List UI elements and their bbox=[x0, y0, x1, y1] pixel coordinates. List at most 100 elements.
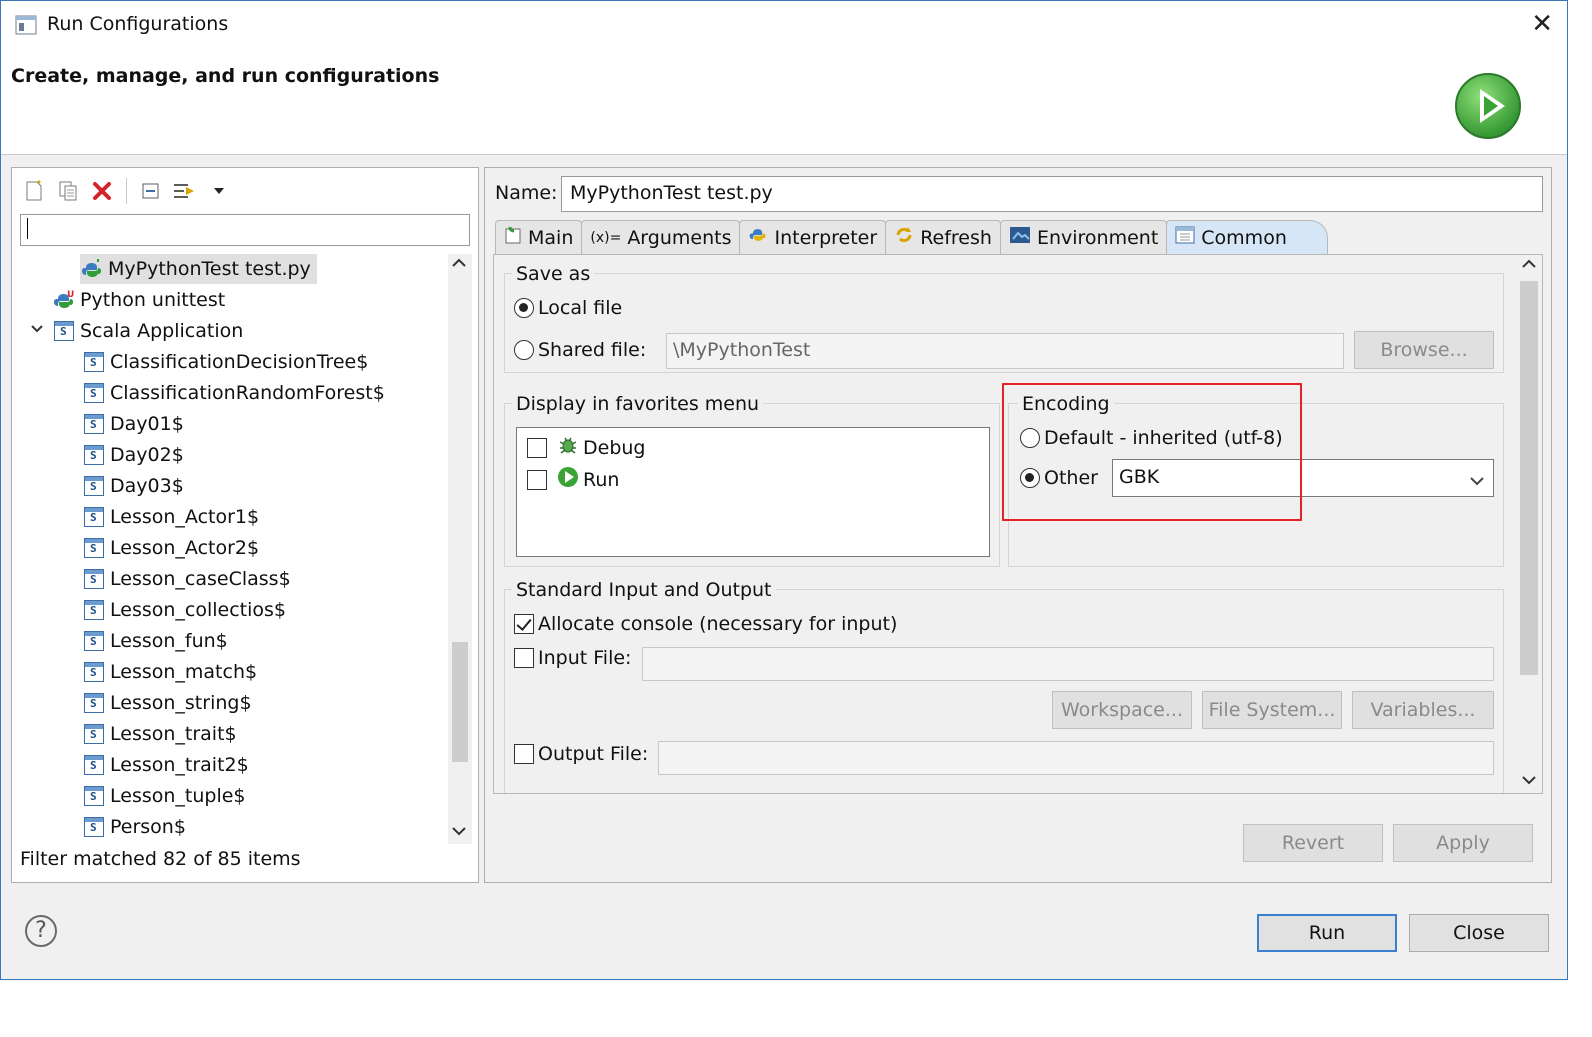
tree-item-label: Lesson_trait$ bbox=[110, 723, 237, 745]
encoding-highlight-box bbox=[1002, 383, 1302, 521]
scala-class-icon: S bbox=[84, 538, 104, 558]
local-file-radio[interactable]: Local file bbox=[514, 297, 622, 319]
favorite-run-item[interactable]: Run bbox=[527, 466, 619, 493]
tab-refresh[interactable]: Refresh bbox=[885, 220, 1001, 254]
debug-icon bbox=[557, 434, 579, 461]
shared-file-radio[interactable]: Shared file: bbox=[514, 339, 646, 361]
common-tab-icon bbox=[1175, 226, 1195, 249]
std-io-title: Standard Input and Output bbox=[512, 579, 776, 601]
tree-item[interactable]: S Lesson_collectios$ bbox=[84, 595, 286, 625]
tree-item-label: Day01$ bbox=[110, 413, 184, 435]
name-input[interactable]: MyPythonTest test.py bbox=[561, 176, 1543, 212]
tree-item-label: Lesson_caseClass$ bbox=[110, 568, 291, 590]
tab-main[interactable]: Main bbox=[495, 220, 583, 254]
title-bar: Run Configurations ✕ bbox=[1, 1, 1567, 49]
tree-item[interactable]: S Day01$ bbox=[84, 409, 184, 439]
close-window-icon[interactable]: ✕ bbox=[1531, 9, 1553, 39]
collapse-all-icon[interactable] bbox=[137, 177, 165, 205]
help-icon[interactable]: ? bbox=[25, 915, 57, 947]
favorite-debug-item[interactable]: Debug bbox=[527, 434, 645, 461]
main-tab-icon bbox=[504, 225, 522, 250]
debug-checkbox[interactable] bbox=[527, 437, 547, 458]
refresh-tab-icon bbox=[894, 225, 914, 250]
tree-item-python-unittest[interactable]: U Python unittest bbox=[52, 285, 225, 315]
variables-button[interactable]: Variables... bbox=[1352, 691, 1494, 729]
view-menu-chevron-icon[interactable] bbox=[205, 177, 233, 205]
file-system-button[interactable]: File System... bbox=[1202, 691, 1342, 729]
input-file-field[interactable] bbox=[642, 647, 1494, 681]
tree-item[interactable]: S Lesson_Actor2$ bbox=[84, 533, 259, 563]
filter-config-icon[interactable] bbox=[171, 177, 199, 205]
save-as-title: Save as bbox=[512, 263, 595, 285]
tree-item[interactable]: S Lesson_fun$ bbox=[84, 626, 228, 656]
tree-item[interactable]: S Lesson_caseClass$ bbox=[84, 564, 291, 594]
tab-common[interactable]: Common bbox=[1166, 220, 1328, 254]
tree-item[interactable]: S Lesson_match$ bbox=[84, 657, 257, 687]
scrollbar-thumb[interactable] bbox=[1520, 281, 1538, 675]
tab-environment[interactable]: Environment bbox=[999, 220, 1168, 254]
tree-item-label: Person$ bbox=[110, 816, 186, 838]
output-file-field[interactable] bbox=[658, 741, 1494, 775]
delete-config-icon[interactable] bbox=[88, 177, 116, 205]
shared-file-input[interactable]: \MyPythonTest bbox=[666, 333, 1344, 369]
scala-class-icon: S bbox=[84, 786, 104, 806]
scroll-up-icon[interactable] bbox=[1521, 257, 1537, 273]
output-file-checkbox[interactable]: Output File: bbox=[514, 743, 648, 765]
chevron-down-icon[interactable] bbox=[30, 322, 44, 338]
tree-item[interactable]: S Day03$ bbox=[84, 471, 184, 501]
config-toolbar bbox=[20, 174, 233, 208]
allocate-console-checkbox[interactable]: Allocate console (necessary for input) bbox=[514, 613, 897, 635]
tree-item-label: Lesson_match$ bbox=[110, 661, 258, 683]
apply-button[interactable]: Apply bbox=[1393, 824, 1533, 862]
tree-item[interactable]: S Day02$ bbox=[84, 440, 184, 470]
tree-item-label: Scala Application bbox=[80, 320, 244, 342]
tree-item[interactable]: S Lesson_tuple$ bbox=[84, 781, 246, 811]
new-config-icon[interactable] bbox=[20, 177, 48, 205]
close-button[interactable]: Close bbox=[1409, 914, 1549, 952]
tree-item[interactable]: S ClassificationDecisionTree$ bbox=[84, 347, 368, 377]
tree-item[interactable]: S Person$ bbox=[84, 812, 186, 842]
tab-interpreter[interactable]: Interpreter bbox=[739, 220, 887, 254]
scala-class-icon: S bbox=[84, 693, 104, 713]
tree-item-label: Lesson_string$ bbox=[110, 692, 252, 714]
duplicate-config-icon[interactable] bbox=[54, 177, 82, 205]
scroll-up-icon[interactable] bbox=[450, 256, 468, 272]
tree-item[interactable]: S Lesson_trait$ bbox=[84, 719, 237, 749]
favorites-title: Display in favorites menu bbox=[512, 393, 764, 415]
tree-item[interactable]: S Lesson_trait2$ bbox=[84, 750, 249, 780]
panel-scrollbar[interactable] bbox=[1516, 255, 1542, 793]
environment-tab-icon bbox=[1009, 226, 1031, 249]
tree-item-label: ClassificationRandomForest$ bbox=[110, 382, 385, 404]
input-file-checkbox[interactable]: Input File: bbox=[514, 647, 631, 669]
run-button[interactable]: Run bbox=[1257, 914, 1397, 952]
tree-item[interactable]: S Lesson_Actor1$ bbox=[84, 502, 259, 532]
scala-class-icon: S bbox=[84, 817, 104, 837]
tree-item[interactable]: S ClassificationRandomForest$ bbox=[84, 378, 385, 408]
scala-class-icon: S bbox=[84, 445, 104, 465]
run-checkbox[interactable] bbox=[527, 469, 547, 490]
banner: Create, manage, and run configurations bbox=[1, 49, 1567, 155]
dialog-app-icon bbox=[15, 15, 37, 40]
scrollbar-thumb[interactable] bbox=[452, 642, 468, 762]
tree-item-scala-application[interactable]: S Scala Application bbox=[54, 316, 243, 346]
scala-class-icon: S bbox=[84, 476, 104, 496]
configuration-list-pane: MyPythonTest test.py U Python unittest S… bbox=[11, 167, 479, 883]
favorites-list: Debug Run bbox=[516, 427, 990, 557]
tree-scrollbar[interactable] bbox=[448, 254, 472, 844]
revert-button[interactable]: Revert bbox=[1243, 824, 1383, 862]
filter-status: Filter matched 82 of 85 items bbox=[20, 848, 301, 870]
tree-item[interactable]: S Lesson_string$ bbox=[84, 688, 252, 718]
window-title: Run Configurations bbox=[47, 13, 229, 35]
tab-arguments[interactable]: (x)= Arguments bbox=[581, 220, 741, 254]
scroll-down-icon[interactable] bbox=[1521, 773, 1537, 789]
scroll-down-icon[interactable] bbox=[450, 824, 468, 840]
browse-button[interactable]: Browse... bbox=[1354, 331, 1494, 369]
workspace-button[interactable]: Workspace... bbox=[1052, 691, 1192, 729]
run-banner-icon bbox=[1453, 71, 1523, 146]
filter-input[interactable] bbox=[20, 214, 470, 246]
name-label: Name: bbox=[495, 182, 558, 204]
arguments-tab-icon: (x)= bbox=[590, 229, 622, 246]
svg-text:U: U bbox=[67, 290, 74, 300]
tree-item-mypythontest[interactable]: MyPythonTest test.py bbox=[80, 254, 317, 284]
tree-item-label: Day03$ bbox=[110, 475, 184, 497]
